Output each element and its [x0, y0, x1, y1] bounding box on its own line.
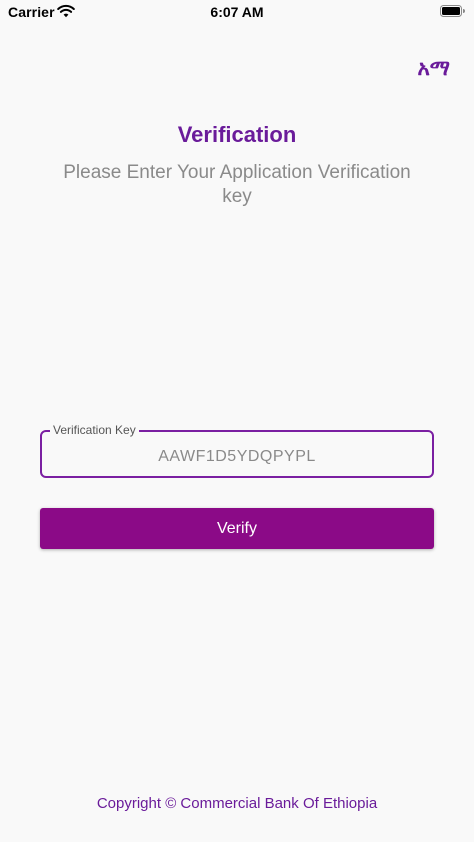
copyright-text: Copyright © Commercial Bank Of Ethiopia — [96, 795, 378, 812]
page-subtitle: Please Enter Your Application Verificati… — [63, 162, 411, 207]
verify-button[interactable]: Verify — [40, 508, 434, 549]
verification-key-input[interactable] — [42, 432, 432, 476]
clock: 6:07 AM — [210, 4, 264, 20]
status-bar: Carrier 6:07 AM — [0, 0, 474, 24]
verification-key-field[interactable]: Verification Key — [40, 423, 434, 478]
page-title: Verification — [177, 122, 297, 147]
language-toggle-button[interactable]: አማ — [417, 56, 450, 81]
battery-icon — [440, 5, 465, 17]
